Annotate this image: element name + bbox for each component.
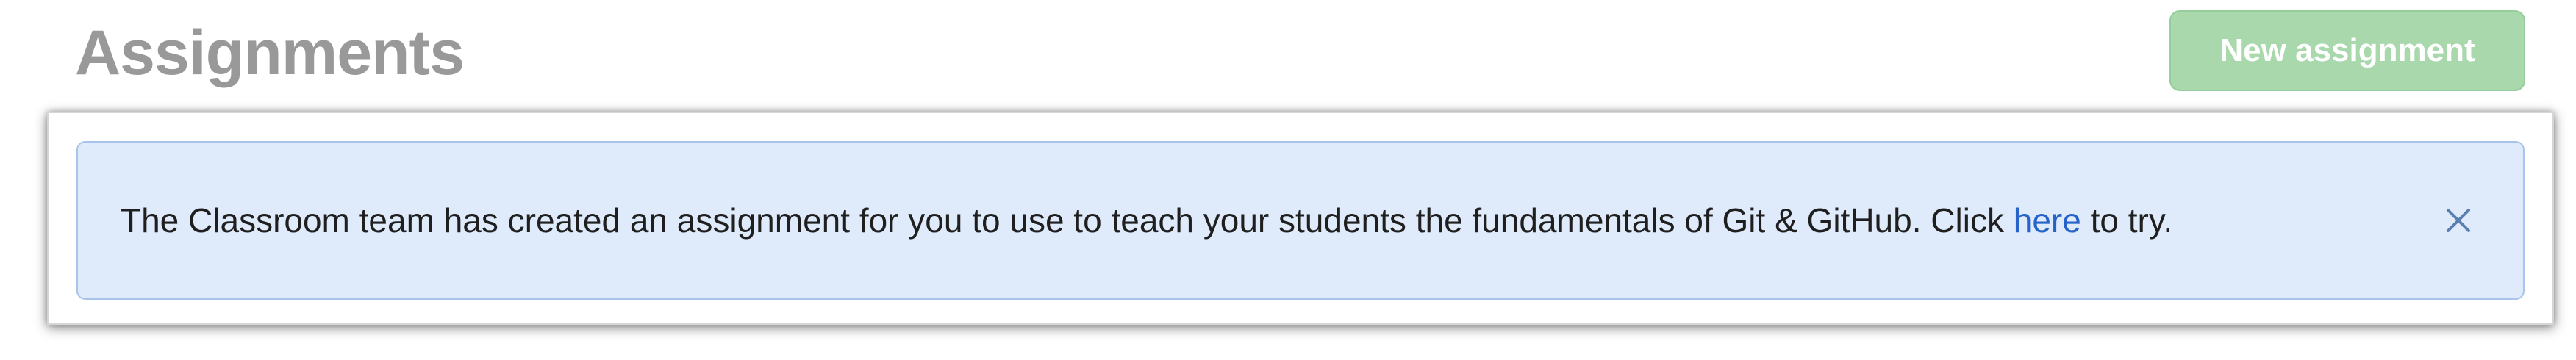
new-assignment-button[interactable]: New assignment xyxy=(2169,10,2525,91)
flash-message-before: The Classroom team has created an assign… xyxy=(121,201,2014,240)
page-title: Assignments xyxy=(75,18,465,88)
try-here-link[interactable]: here xyxy=(2014,201,2081,240)
flash-container: The Classroom team has created an assign… xyxy=(47,112,2554,325)
close-flash-button[interactable] xyxy=(2441,203,2476,238)
close-icon xyxy=(2447,209,2470,232)
flash-notice: The Classroom team has created an assign… xyxy=(76,141,2525,300)
flash-message: The Classroom team has created an assign… xyxy=(121,201,2172,240)
page: Assignments New assignment The Classroom… xyxy=(0,0,2576,360)
flash-message-after: to try. xyxy=(2081,201,2173,240)
